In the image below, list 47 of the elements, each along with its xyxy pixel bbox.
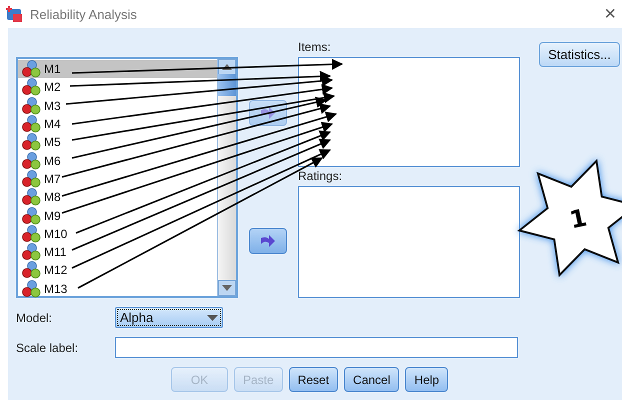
list-label: Ratings: (298, 169, 344, 185)
field-label: Model: (16, 310, 54, 324)
variable-icon (21, 133, 41, 152)
arrow-icon (260, 106, 276, 120)
variable-icon (21, 152, 41, 170)
variable-item[interactable]: M3 (18, 96, 217, 115)
variable-item[interactable]: M4 (18, 114, 217, 134)
variable-icon (21, 170, 41, 188)
variable-item[interactable]: M11 (18, 242, 217, 262)
app-icon (4, 5, 24, 23)
variable-item[interactable]: M10 (18, 224, 217, 243)
variable-item[interactable]: M2 (18, 78, 217, 97)
variable-icon (21, 224, 41, 243)
scroll-up-icon[interactable] (222, 64, 232, 70)
variable-item[interactable]: M7 (18, 170, 217, 188)
variable-item[interactable]: M1 (18, 60, 217, 78)
statistics-button[interactable]: Statistics... (539, 42, 620, 67)
caret-icon (207, 314, 218, 320)
dialog-button[interactable]: Cancel (344, 367, 400, 392)
variable-icon (21, 206, 41, 225)
variable-icon (21, 96, 41, 115)
scroll-down-icon[interactable] (222, 285, 232, 291)
variable-icon (21, 243, 41, 262)
dialog-button[interactable]: Help (405, 367, 448, 392)
scale-label-field[interactable] (115, 337, 518, 358)
variable-icon (21, 78, 41, 96)
variable-item[interactable]: M8 (18, 188, 217, 206)
arrow-icon (260, 234, 276, 248)
variable-item[interactable]: M5 (18, 133, 217, 152)
variable-item[interactable]: M9 (18, 206, 217, 225)
items-list[interactable] (298, 57, 520, 167)
variable-icon (21, 60, 41, 78)
dialog-button[interactable]: Reset (288, 367, 338, 392)
list-label: Items: (298, 40, 332, 56)
close-button[interactable]: × (604, 2, 616, 26)
variable-item[interactable]: M12 (18, 261, 217, 280)
variable-icon (21, 115, 41, 134)
window-title: Reliability Analysis (30, 6, 137, 22)
variable-icon (21, 261, 41, 280)
ratings-list[interactable] (298, 186, 520, 298)
scrollbar[interactable] (217, 59, 236, 296)
callout-number: 1 (567, 204, 590, 234)
variable-icon (21, 188, 41, 206)
model-dropdown[interactable]: Alpha (115, 307, 223, 328)
field-label: Scale label: (16, 340, 80, 354)
variable-item[interactable]: M6 (18, 151, 217, 170)
variable-item[interactable]: M13 (18, 280, 217, 298)
